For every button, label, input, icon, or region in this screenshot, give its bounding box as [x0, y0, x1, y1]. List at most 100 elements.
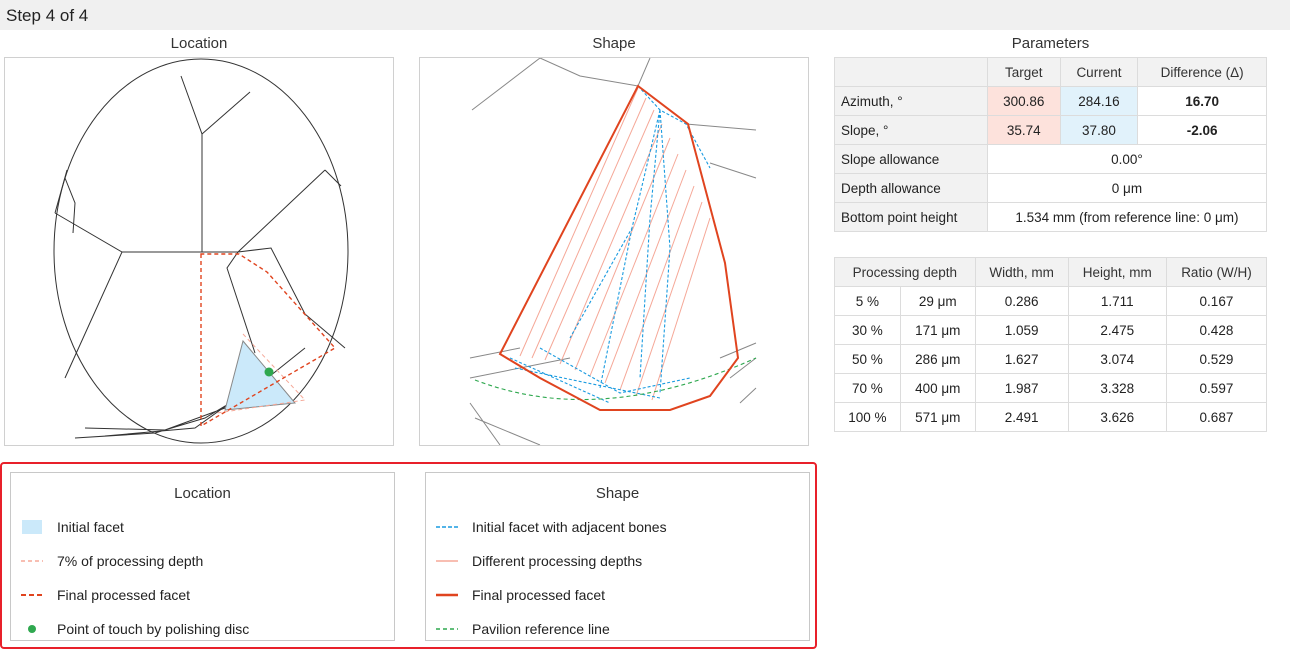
ratio-header: Ratio (W/H)	[1165, 257, 1268, 287]
shape-view[interactable]	[419, 57, 809, 446]
shape-caption: Shape	[592, 35, 636, 52]
depth-percent: 100 %	[834, 402, 901, 432]
depth-value: 400 μm	[899, 373, 976, 403]
legend-highlight-frame: Location Initial facet 7% of processing …	[0, 462, 817, 649]
legend-depths: Different processing depths	[436, 551, 642, 571]
ratio-value: 0.428	[1165, 315, 1268, 345]
slope-row: Slope, ° 35.74 37.80 -2.06	[834, 115, 1267, 145]
width-header: Width, mm	[974, 257, 1069, 287]
current-column-header: Current	[1059, 57, 1139, 87]
red-solid-line-icon	[436, 587, 458, 603]
slope-allowance-value: 0.00°	[986, 144, 1268, 174]
depth-value: 571 μm	[899, 402, 976, 432]
height-value: 1.711	[1067, 286, 1167, 316]
height-value: 3.626	[1067, 402, 1167, 432]
legend-touch-point: Point of touch by polishing disc	[21, 619, 249, 639]
table-row: 100 % 571 μm 2.491 3.626 0.687	[834, 402, 1268, 432]
depth-value: 29 μm	[899, 286, 976, 316]
red-dashed-line-icon	[21, 587, 43, 603]
width-value: 1.627	[974, 344, 1069, 374]
stone-outline	[53, 58, 349, 444]
legend-reference-line: Pavilion reference line	[436, 619, 610, 639]
legend-touch-point-label: Point of touch by polishing disc	[57, 621, 250, 637]
ratio-value: 0.529	[1165, 344, 1268, 374]
width-value: 2.491	[974, 402, 1069, 432]
final-facet-contour	[498, 84, 740, 411]
shape-legend-title: Shape	[595, 485, 640, 502]
slope-difference: -2.06	[1137, 115, 1267, 145]
width-value: 0.286	[974, 286, 1069, 316]
parameters-caption: Parameters	[1011, 35, 1090, 52]
height-value: 2.475	[1067, 315, 1167, 345]
location-legend: Location Initial facet 7% of processing …	[10, 472, 395, 641]
location-view[interactable]	[4, 57, 394, 446]
bottom-point-value: 1.534 mm (from reference line: 0 μm)	[986, 202, 1268, 232]
depth-percent: 5 %	[834, 286, 901, 316]
depth-value: 286 μm	[899, 344, 976, 374]
depth-header-row: Processing depth Width, mm Height, mm Ra…	[834, 257, 1268, 287]
fill-swatch-icon	[21, 519, 43, 535]
legend-processing-depth: 7% of processing depth	[21, 551, 203, 571]
legend-shape-final-facet: Final processed facet	[436, 585, 605, 605]
azimuth-label: Azimuth, °	[834, 86, 988, 116]
step-header-bar: Step 4 of 4	[0, 0, 1290, 30]
legend-initial-bones-label: Initial facet with adjacent bones	[472, 519, 667, 535]
ratio-value: 0.167	[1165, 286, 1268, 316]
blue-dashed-line-icon	[436, 519, 458, 535]
table-row: 30 % 171 μm 1.059 2.475 0.428	[834, 315, 1268, 345]
parameters-header-empty	[834, 57, 988, 87]
slope-current: 37.80	[1059, 115, 1139, 145]
depth-allowance-row: Depth allowance 0 μm	[834, 173, 1268, 203]
height-header: Height, mm	[1067, 257, 1167, 287]
height-value: 3.328	[1067, 373, 1167, 403]
depth-percent: 50 %	[834, 344, 901, 374]
width-value: 1.059	[974, 315, 1069, 345]
difference-column-header: Difference (Δ)	[1137, 57, 1267, 87]
legend-reference-line-label: Pavilion reference line	[472, 621, 610, 637]
legend-initial-facet-label: Initial facet	[57, 519, 124, 535]
light-solid-line-icon	[436, 553, 458, 569]
location-diagram	[53, 58, 349, 444]
ratio-value: 0.597	[1165, 373, 1268, 403]
parameters-header-row: Target Current Difference (Δ)	[834, 57, 1267, 87]
height-value: 3.074	[1067, 344, 1167, 374]
initial-facet-fill	[224, 339, 296, 411]
light-dashed-line-icon	[21, 553, 43, 569]
legend-processing-depth-label: 7% of processing depth	[57, 553, 204, 569]
slope-target: 35.74	[986, 115, 1061, 145]
legend-final-facet: Final processed facet	[21, 585, 190, 605]
azimuth-target: 300.86	[986, 86, 1061, 116]
azimuth-current: 284.16	[1059, 86, 1139, 116]
depth-value: 171 μm	[899, 315, 976, 345]
legend-initial-facet: Initial facet	[21, 517, 124, 537]
legend-final-facet-label: Final processed facet	[57, 587, 191, 603]
depth-allowance-value: 0 μm	[986, 173, 1268, 203]
location-caption: Location	[170, 35, 228, 52]
depth-percent: 30 %	[834, 315, 901, 345]
table-row: 50 % 286 μm 1.627 3.074 0.529	[834, 344, 1268, 374]
table-row: 5 % 29 μm 0.286 1.711 0.167	[834, 286, 1268, 316]
slope-allowance-row: Slope allowance 0.00°	[834, 144, 1268, 174]
width-value: 1.987	[974, 373, 1069, 403]
legend-initial-bones: Initial facet with adjacent bones	[436, 517, 667, 537]
bottom-point-label: Bottom point height	[834, 202, 988, 232]
legend-depths-label: Different processing depths	[472, 553, 643, 569]
green-dot-icon	[21, 621, 43, 637]
processing-depth-header: Processing depth	[834, 257, 976, 287]
processing-depth-lines	[519, 87, 711, 401]
azimuth-difference: 16.70	[1137, 86, 1267, 116]
parameters-table: Target Current Difference (Δ) Azimuth, °…	[834, 57, 1268, 232]
touch-point	[264, 367, 274, 377]
ratio-value: 0.687	[1165, 402, 1268, 432]
facet-lines	[54, 75, 346, 439]
azimuth-row: Azimuth, ° 300.86 284.16 16.70	[834, 86, 1267, 116]
target-column-header: Target	[986, 57, 1061, 87]
location-legend-title: Location	[174, 485, 231, 502]
initial-bones-lines	[509, 85, 711, 404]
legend-shape-final-facet-label: Final processed facet	[472, 587, 606, 603]
depth-table: Processing depth Width, mm Height, mm Ra…	[834, 257, 1268, 432]
shape-diagram	[469, 58, 757, 445]
adjacent-bones	[469, 58, 757, 445]
bottom-point-row: Bottom point height 1.534 mm (from refer…	[834, 202, 1268, 232]
green-dashed-line-icon	[436, 621, 458, 637]
